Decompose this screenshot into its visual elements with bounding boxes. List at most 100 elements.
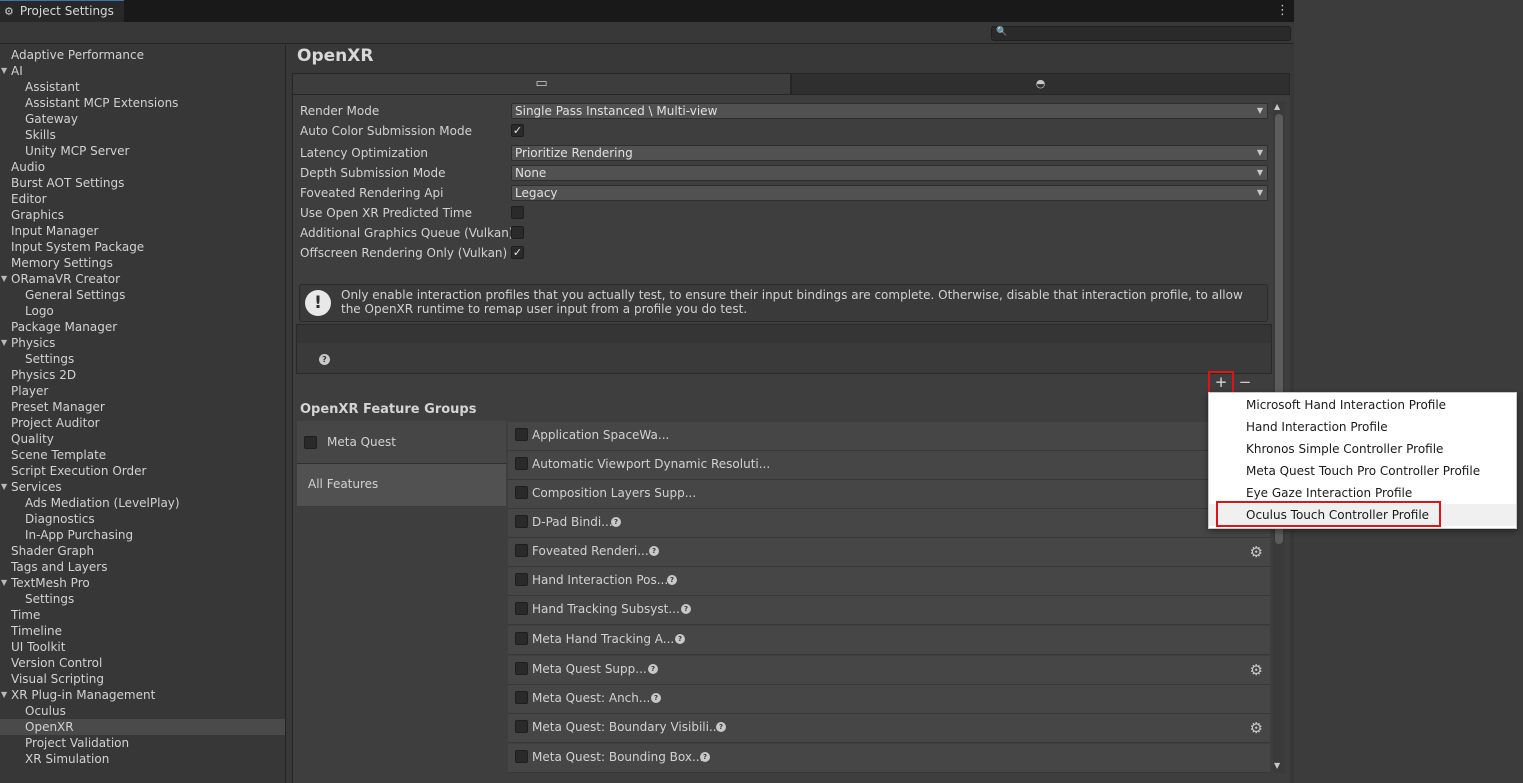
- sidebar-item[interactable]: Player: [0, 383, 285, 399]
- sidebar-item[interactable]: OpenXR: [0, 719, 285, 735]
- sidebar-item[interactable]: Logo: [0, 303, 285, 319]
- foldout-arrow-icon[interactable]: ▼: [1, 63, 7, 79]
- scroll-down-arrow-icon[interactable]: ▼: [1274, 761, 1280, 770]
- feature-checkbox[interactable]: [515, 544, 528, 557]
- sidebar-item[interactable]: Quality: [0, 431, 285, 447]
- sidebar-item[interactable]: Assistant MCP Extensions: [0, 95, 285, 111]
- sidebar-item[interactable]: Project Auditor: [0, 415, 285, 431]
- feature-checkbox[interactable]: [515, 602, 528, 615]
- search-input[interactable]: 🔍: [991, 26, 1291, 41]
- help-icon[interactable]: ?: [675, 634, 685, 644]
- feature-checkbox[interactable]: [515, 691, 528, 704]
- sidebar-item[interactable]: Input Manager: [0, 223, 285, 239]
- foldout-arrow-icon[interactable]: ▼: [1, 479, 7, 495]
- offscreen-checkbox[interactable]: ✓: [511, 246, 524, 259]
- feature-checkbox[interactable]: [515, 573, 528, 586]
- foveated-api-dropdown[interactable]: Legacy ▼: [511, 185, 1268, 201]
- foldout-arrow-icon[interactable]: ▼: [1, 575, 7, 591]
- sidebar-item[interactable]: Editor: [0, 191, 285, 207]
- sidebar-item[interactable]: Physics 2D: [0, 367, 285, 383]
- sidebar-item[interactable]: ▼ Physics: [0, 335, 285, 351]
- tab-android-platform[interactable]: ◓: [791, 73, 1290, 95]
- popup-menu-item[interactable]: Khronos Simple Controller Profile: [1209, 438, 1516, 460]
- sidebar-item[interactable]: Visual Scripting: [0, 671, 285, 687]
- sidebar-item[interactable]: Adaptive Performance: [0, 47, 285, 63]
- help-icon[interactable]: ?: [681, 604, 691, 614]
- sidebar-item[interactable]: Timeline: [0, 623, 285, 639]
- feature-row[interactable]: D-Pad Bindi...?: [508, 509, 1270, 538]
- tab-desktop-platform[interactable]: ▭: [292, 73, 791, 95]
- help-icon[interactable]: ?: [700, 752, 710, 762]
- feature-checkbox[interactable]: [515, 662, 528, 675]
- sidebar-item[interactable]: Scene Template: [0, 447, 285, 463]
- sidebar-item[interactable]: General Settings: [0, 287, 285, 303]
- feature-row[interactable]: Hand Tracking Subsyst...?: [508, 596, 1270, 625]
- foldout-arrow-icon[interactable]: ▼: [1, 687, 7, 703]
- sidebar-item[interactable]: Input System Package: [0, 239, 285, 255]
- sidebar-item[interactable]: Assistant: [0, 79, 285, 95]
- sidebar-item[interactable]: In-App Purchasing: [0, 527, 285, 543]
- sidebar-item[interactable]: UI Toolkit: [0, 639, 285, 655]
- sidebar-item[interactable]: Project Validation: [0, 735, 285, 751]
- kebab-menu-icon[interactable]: ⋮: [1276, 3, 1289, 19]
- scroll-up-arrow-icon[interactable]: ▲: [1274, 102, 1280, 111]
- feature-row[interactable]: Meta Quest Supp...? ⚙: [508, 656, 1270, 685]
- sidebar-item[interactable]: Graphics: [0, 207, 285, 223]
- gear-icon[interactable]: ⚙: [1250, 719, 1263, 737]
- sidebar-item[interactable]: Script Execution Order: [0, 463, 285, 479]
- feature-row[interactable]: Foveated Renderi...? ⚙: [508, 538, 1270, 567]
- predicted-time-checkbox[interactable]: [511, 206, 524, 219]
- group-meta-quest-checkbox[interactable]: [304, 436, 317, 449]
- feature-checkbox[interactable]: [515, 632, 528, 645]
- feature-row[interactable]: Meta Quest: Anch...?: [508, 685, 1270, 714]
- sidebar-item[interactable]: Time: [0, 607, 285, 623]
- auto-color-checkbox[interactable]: ✓: [511, 124, 524, 137]
- sidebar-item[interactable]: Settings: [0, 591, 285, 607]
- feature-checkbox[interactable]: [515, 750, 528, 763]
- sidebar-item[interactable]: XR Simulation: [0, 751, 285, 767]
- sidebar-item[interactable]: Settings: [0, 351, 285, 367]
- sidebar-item[interactable]: Skills: [0, 127, 285, 143]
- help-icon[interactable]: ?: [648, 664, 658, 674]
- foldout-arrow-icon[interactable]: ▼: [1, 271, 7, 287]
- latency-dropdown[interactable]: Prioritize Rendering ▼: [511, 145, 1268, 161]
- sidebar-item[interactable]: Burst AOT Settings: [0, 175, 285, 191]
- feature-row[interactable]: Application SpaceWa...: [508, 422, 1270, 451]
- feature-row[interactable]: Automatic Viewport Dynamic Resoluti...: [508, 451, 1270, 480]
- feature-row[interactable]: Meta Hand Tracking A...?: [508, 626, 1270, 655]
- remove-profile-button[interactable]: −: [1236, 373, 1254, 393]
- feature-checkbox[interactable]: [515, 720, 528, 733]
- feature-row[interactable]: Composition Layers Supp...: [508, 480, 1270, 509]
- popup-menu-item[interactable]: Meta Quest Touch Pro Controller Profile: [1209, 460, 1516, 482]
- sidebar-item[interactable]: Shader Graph: [0, 543, 285, 559]
- render-mode-dropdown[interactable]: Single Pass Instanced \ Multi-view ▼: [511, 103, 1268, 119]
- sidebar-item[interactable]: Package Manager: [0, 319, 285, 335]
- sidebar-item[interactable]: Tags and Layers: [0, 559, 285, 575]
- sidebar-item[interactable]: Audio: [0, 159, 285, 175]
- sidebar-item[interactable]: ▼ AI: [0, 63, 285, 79]
- sidebar-item[interactable]: Version Control: [0, 655, 285, 671]
- sidebar-item[interactable]: Gateway: [0, 111, 285, 127]
- depth-dropdown[interactable]: None ▼: [511, 165, 1268, 181]
- feature-row[interactable]: Meta Quest: Bounding Box...?: [508, 744, 1270, 773]
- help-icon[interactable]: ?: [667, 575, 677, 585]
- gear-icon[interactable]: ⚙: [1250, 661, 1263, 679]
- help-icon[interactable]: ?: [649, 546, 659, 556]
- feature-checkbox[interactable]: [515, 515, 528, 528]
- feature-checkbox[interactable]: [515, 428, 528, 441]
- popup-menu-item[interactable]: Microsoft Hand Interaction Profile: [1209, 394, 1516, 416]
- sidebar-item[interactable]: ▼ TextMesh Pro: [0, 575, 285, 591]
- sidebar-item[interactable]: Preset Manager: [0, 399, 285, 415]
- sidebar-item[interactable]: Unity MCP Server: [0, 143, 285, 159]
- help-icon[interactable]: ?: [651, 693, 661, 703]
- sidebar-item[interactable]: Diagnostics: [0, 511, 285, 527]
- help-icon[interactable]: ?: [611, 517, 621, 527]
- popup-menu-item[interactable]: Hand Interaction Profile: [1209, 416, 1516, 438]
- foldout-arrow-icon[interactable]: ▼: [1, 335, 7, 351]
- window-tab[interactable]: ⚙ Project Settings: [0, 0, 124, 22]
- feature-checkbox[interactable]: [515, 486, 528, 499]
- sidebar-item[interactable]: ▼ Services: [0, 479, 285, 495]
- sidebar-item[interactable]: Ads Mediation (LevelPlay): [0, 495, 285, 511]
- graphics-queue-checkbox[interactable]: [511, 226, 524, 239]
- help-icon[interactable]: ?: [716, 722, 726, 732]
